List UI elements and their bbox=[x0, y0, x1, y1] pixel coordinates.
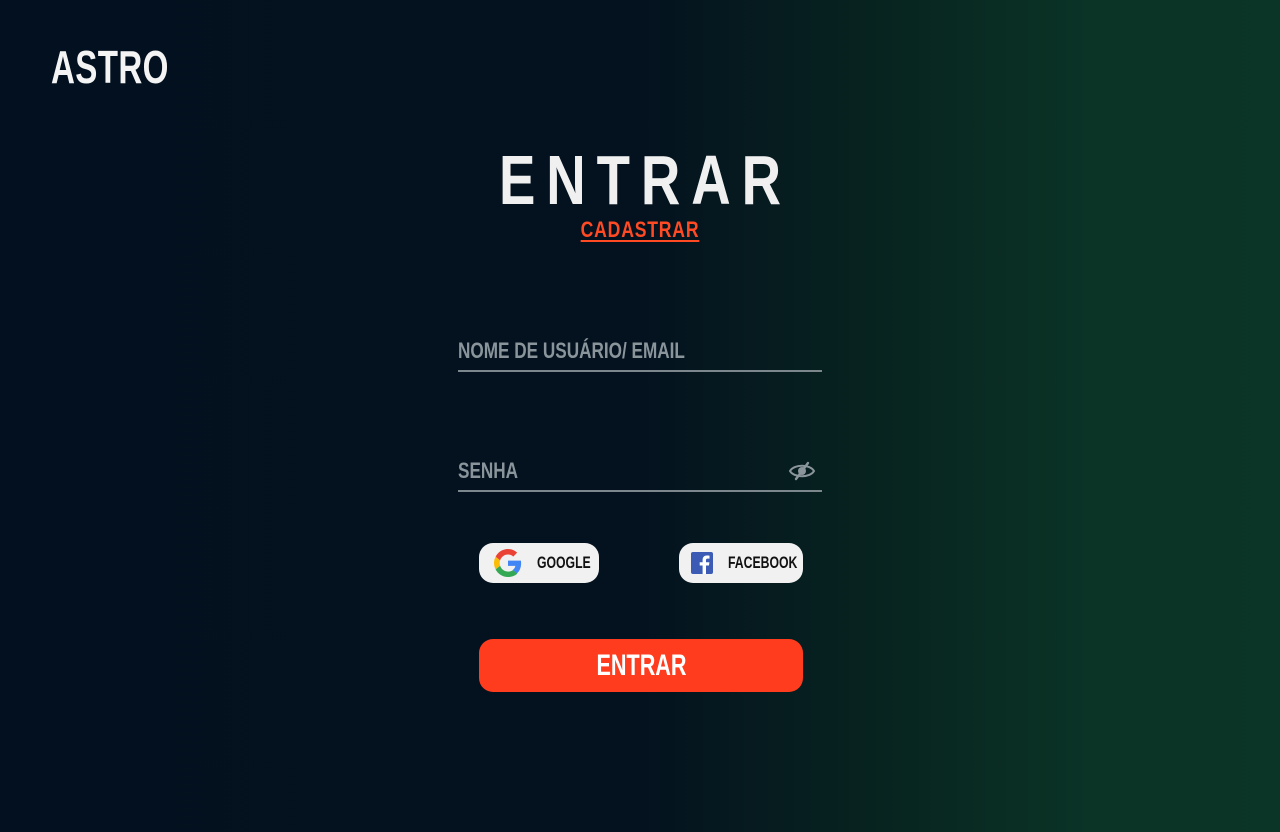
password-input[interactable] bbox=[458, 454, 708, 488]
google-label: GOOGLE bbox=[537, 553, 591, 572]
username-field bbox=[458, 334, 822, 372]
facebook-login-button[interactable]: FACEBOOK bbox=[679, 543, 803, 583]
eye-slash-icon[interactable] bbox=[788, 460, 816, 482]
google-icon bbox=[494, 549, 522, 577]
login-submit-label: ENTRAR bbox=[596, 648, 686, 682]
signup-link[interactable]: CADASTRAR bbox=[128, 216, 1152, 244]
facebook-label: FACEBOOK bbox=[728, 553, 798, 572]
page-title: ENTRAR bbox=[498, 141, 792, 219]
password-field bbox=[458, 454, 822, 492]
username-input[interactable] bbox=[458, 334, 708, 368]
login-submit-button[interactable]: ENTRAR bbox=[479, 639, 803, 692]
brand-logo[interactable]: ASTRO bbox=[51, 40, 169, 94]
facebook-icon bbox=[691, 552, 713, 574]
google-login-button[interactable]: GOOGLE bbox=[479, 543, 599, 583]
